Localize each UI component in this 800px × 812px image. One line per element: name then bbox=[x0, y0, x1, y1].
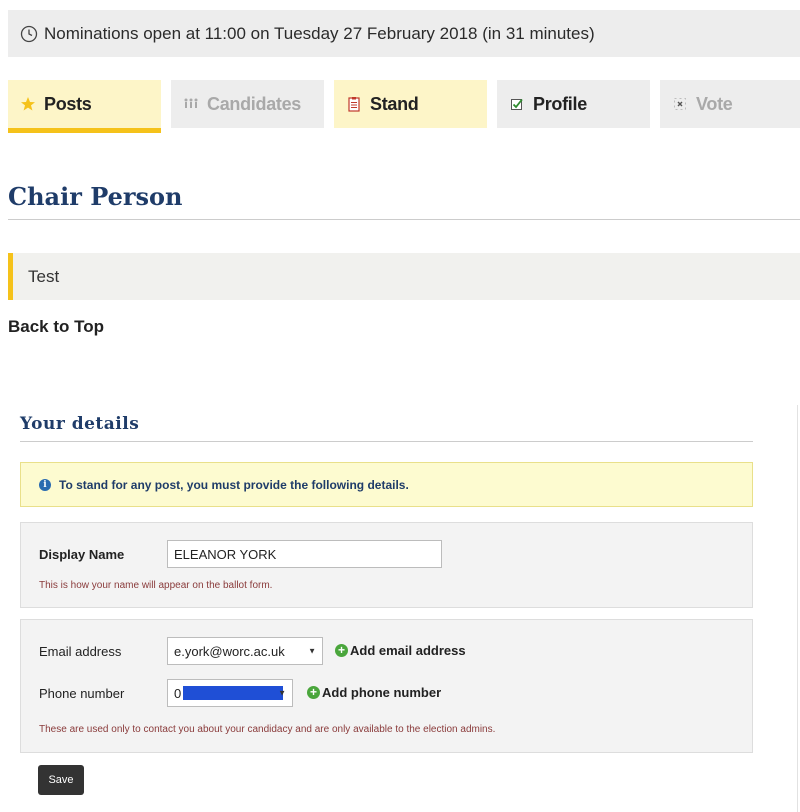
title-divider bbox=[8, 219, 800, 220]
contact-hint: These are used only to contact you about… bbox=[39, 724, 496, 735]
redaction-block bbox=[183, 686, 284, 700]
chevron-down-icon: ▼ bbox=[308, 646, 316, 656]
add-phone-link[interactable]: + Add phone number bbox=[307, 685, 441, 700]
side-divider bbox=[797, 405, 798, 812]
ballot-icon bbox=[672, 96, 688, 112]
tab-label: Profile bbox=[533, 93, 587, 114]
tab-profile[interactable]: Profile bbox=[497, 80, 650, 128]
phone-select[interactable]: 0 ▼ bbox=[167, 679, 293, 707]
notice-text: Nominations open at 11:00 on Tuesday 27 … bbox=[44, 23, 595, 43]
post-description-text: Test bbox=[28, 266, 60, 286]
tab-label: Posts bbox=[44, 93, 92, 114]
clipboard-icon bbox=[346, 96, 362, 112]
tab-vote: Vote bbox=[660, 80, 800, 128]
post-title: Chair Person bbox=[8, 182, 183, 211]
chevron-down-icon: ▼ bbox=[278, 688, 286, 698]
details-divider bbox=[20, 441, 753, 442]
email-value: e.york@worc.ac.uk bbox=[174, 643, 285, 659]
star-icon bbox=[20, 96, 36, 112]
phone-label: Phone number bbox=[39, 686, 125, 701]
back-to-top-link[interactable]: Back to Top bbox=[8, 317, 104, 337]
save-button[interactable]: Save bbox=[38, 765, 84, 795]
post-description: Test bbox=[8, 253, 800, 300]
people-icon bbox=[183, 96, 199, 112]
checkbox-icon bbox=[509, 96, 525, 112]
add-phone-label: Add phone number bbox=[322, 685, 442, 700]
info-icon: i bbox=[39, 478, 51, 491]
display-name-panel: Display Name ELEANOR YORK This is how yo… bbox=[20, 522, 753, 608]
email-select[interactable]: e.york@worc.ac.uk ▼ bbox=[167, 637, 323, 665]
info-alert: i To stand for any post, you must provid… bbox=[20, 462, 753, 507]
tab-posts[interactable]: Posts bbox=[8, 80, 161, 133]
phone-value: 0 bbox=[174, 685, 182, 701]
display-name-hint: This is how your name will appear on the… bbox=[39, 580, 273, 591]
display-name-label: Display Name bbox=[39, 547, 125, 562]
display-name-value: ELEANOR YORK bbox=[174, 546, 277, 562]
display-name-input[interactable]: ELEANOR YORK bbox=[167, 540, 442, 568]
tab-label: Candidates bbox=[207, 93, 302, 114]
add-email-link[interactable]: + Add email address bbox=[335, 643, 466, 658]
clock-icon bbox=[20, 25, 38, 43]
tab-label: Stand bbox=[370, 93, 419, 114]
details-heading: Your details bbox=[20, 414, 140, 434]
info-text: To stand for any post, you must provide … bbox=[59, 477, 409, 492]
nominations-notice: Nominations open at 11:00 on Tuesday 27 … bbox=[8, 10, 800, 57]
add-email-label: Add email address bbox=[350, 643, 466, 658]
tab-stand[interactable]: Stand bbox=[334, 80, 487, 128]
tab-candidates: Candidates bbox=[171, 80, 324, 128]
tab-label: Vote bbox=[696, 93, 733, 114]
add-icon: + bbox=[335, 644, 348, 657]
contact-panel: Email address e.york@worc.ac.uk ▼ + Add … bbox=[20, 619, 753, 753]
add-icon: + bbox=[307, 686, 320, 699]
email-label: Email address bbox=[39, 644, 122, 659]
